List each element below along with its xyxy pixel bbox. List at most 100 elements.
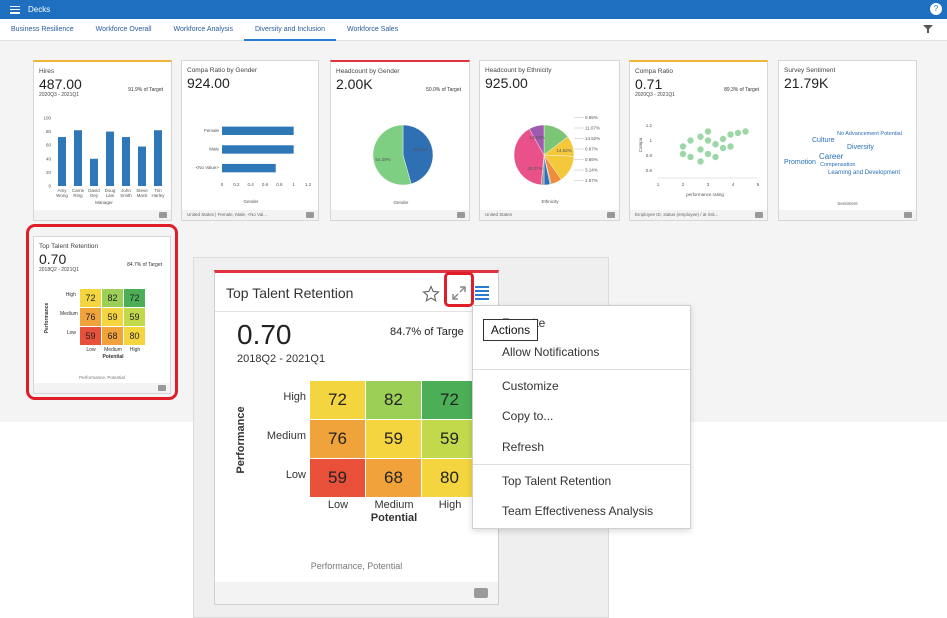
filter-icon[interactable] <box>923 24 933 34</box>
heatmap-cell: 72 <box>310 381 365 419</box>
card-compa-ratio[interactable]: Compa Ratio 0.71 2020Q3 - 2021Q1 89.3% o… <box>629 60 768 221</box>
x-tick-label: 0 <box>221 182 224 187</box>
expanded-heatmap-footer-label: Performance, Potential <box>310 561 403 571</box>
y-tick-label: 1 <box>649 138 652 143</box>
slice-label: 0.65% <box>585 115 598 120</box>
slice-label: 1.57% <box>585 178 598 183</box>
menu-item-team-effectiveness-analysis[interactable]: Team Effectiveness Analysis <box>502 504 653 518</box>
scatter-point <box>679 150 687 158</box>
x-tick-label: Wong <box>56 193 68 198</box>
tab-workforce-sales[interactable]: Workforce Sales <box>336 19 409 41</box>
scatter-point <box>719 135 727 143</box>
card-headcount-by-ethnicity[interactable]: Headcount by Ethnicity 925.00 14.63% 14.5… <box>479 60 620 221</box>
scatter-point <box>742 128 749 135</box>
menu-separator <box>473 464 690 465</box>
card-title: Survey Sentiment <box>784 67 836 74</box>
card-title: Compa Ratio <box>635 68 673 75</box>
heatmap-x-axis-title: Potential <box>370 512 418 524</box>
compa-ratio-scatter-chart: 1.2 1 0.8 0.6 1 2 3 4 5 Compa performance rating <box>638 123 760 197</box>
menu-item-copy-to[interactable]: Copy to... <box>502 409 553 423</box>
menu-item-allow-notifications[interactable]: Allow Notifications <box>502 345 599 359</box>
bar <box>74 130 82 186</box>
heatmap-y-axis-title: Performance <box>235 405 247 474</box>
slice-label: 11.07% <box>585 126 600 131</box>
comment-icon[interactable] <box>474 588 488 598</box>
axis-label: Sentiment <box>837 201 858 206</box>
x-tick-label: 0.2 <box>233 182 240 187</box>
slice-label: 14.52% <box>585 136 600 141</box>
card-target: 89.3% of Target <box>724 87 759 93</box>
y-tick-label: 1.2 <box>646 123 653 128</box>
help-icon[interactable]: ? <box>930 3 942 15</box>
comment-icon[interactable] <box>755 212 763 218</box>
x-tick-label: Mack <box>137 193 149 198</box>
scatter-point <box>679 143 687 150</box>
actions-tooltip: Actions <box>483 319 538 341</box>
menu-item-top-talent-retention[interactable]: Top Talent Retention <box>502 474 611 488</box>
comment-icon[interactable] <box>306 212 314 218</box>
x-tick-label: Oey <box>90 193 99 198</box>
card-target: 50.0% of Target <box>426 87 461 93</box>
card-survey-sentiment[interactable]: Survey Sentiment 21.79K No Advancement P… <box>778 60 917 221</box>
tab-workforce-overall[interactable]: Workforce Overall <box>85 19 163 41</box>
axis-label: Ethnicity <box>541 199 559 204</box>
slice-label: 54.39% <box>375 157 390 162</box>
word-cloud: No Advancement Potential Culture Diversi… <box>779 123 918 193</box>
scatter-point <box>727 131 734 138</box>
axis-label: Compa <box>638 137 643 152</box>
card-value: 924.00 <box>187 75 230 91</box>
card-value: 21.79K <box>784 75 829 91</box>
comment-icon[interactable] <box>159 212 167 218</box>
scatter-point <box>727 143 734 150</box>
bar <box>222 126 294 135</box>
y-tick-label: 40 <box>46 156 52 161</box>
heatmap-cell: 59 <box>366 420 421 458</box>
card-footer: United States <box>480 210 619 220</box>
x-tick-label: 0.6 <box>262 182 269 187</box>
card-title: Compa Ratio by Gender <box>187 67 258 74</box>
y-tick-label: 80 <box>46 129 52 134</box>
menu-item-refresh[interactable]: Refresh <box>502 440 544 454</box>
scatter-point <box>704 128 712 135</box>
bar <box>222 145 294 154</box>
y-tick-label: 100 <box>43 116 51 121</box>
expanded-top-talent-retention-card[interactable]: Top Talent Retention 0.70 2018Q2 - 2021Q… <box>214 270 499 605</box>
slice-label: 0.65% <box>585 157 598 162</box>
slice-label: 3.14% <box>585 168 598 173</box>
bar <box>222 163 276 173</box>
hamburger-menu-icon[interactable] <box>10 5 20 14</box>
card-title: Headcount by Ethnicity <box>485 67 552 74</box>
heatmap-col-label: Medium <box>374 499 414 511</box>
app-header: Decks ? <box>0 0 947 19</box>
word-cloud-term: Culture <box>812 137 835 144</box>
tab-diversity-and-inclusion[interactable]: Diversity and Inclusion <box>243 19 336 41</box>
card-hires[interactable]: Hires 487.00 2020Q3 - 2021Q1 91.9% of Ta… <box>33 60 172 221</box>
scatter-point <box>697 146 704 153</box>
heatmap-cell: 80 <box>422 459 477 497</box>
heatmap-cell: 72 <box>422 381 477 419</box>
heatmap-row-label: Medium <box>266 430 306 442</box>
card-value: 925.00 <box>485 75 528 91</box>
comment-icon[interactable] <box>904 212 912 218</box>
menu-item-customize[interactable]: Customize <box>502 379 559 393</box>
tab-workforce-analysis[interactable]: Workforce Analysis <box>163 19 244 41</box>
x-tick-label: Harley <box>151 193 165 198</box>
bar <box>58 137 66 186</box>
y-tick-label: 60 <box>46 143 52 148</box>
tab-business-resilience[interactable]: Business Resilience <box>0 19 85 41</box>
scatter-point <box>687 153 694 161</box>
scatter-point <box>734 129 742 137</box>
card-footer <box>34 210 171 220</box>
axis-label: Manager <box>95 200 113 205</box>
card-compa-ratio-by-gender[interactable]: Compa Ratio by Gender 924.00 Female Male <… <box>181 60 319 221</box>
axis-label: Gender <box>393 200 409 205</box>
scatter-point <box>697 158 704 165</box>
bar <box>106 131 114 186</box>
comment-icon[interactable] <box>457 212 465 218</box>
card-footer <box>331 210 469 220</box>
slice-label: 0.97% <box>585 147 598 152</box>
card-headcount-by-gender[interactable]: Headcount by Gender 2.00K 50.0% of Targe… <box>330 60 470 221</box>
bar <box>138 146 146 186</box>
comment-icon[interactable] <box>607 212 615 218</box>
x-tick-label: 0.8 <box>276 182 283 187</box>
